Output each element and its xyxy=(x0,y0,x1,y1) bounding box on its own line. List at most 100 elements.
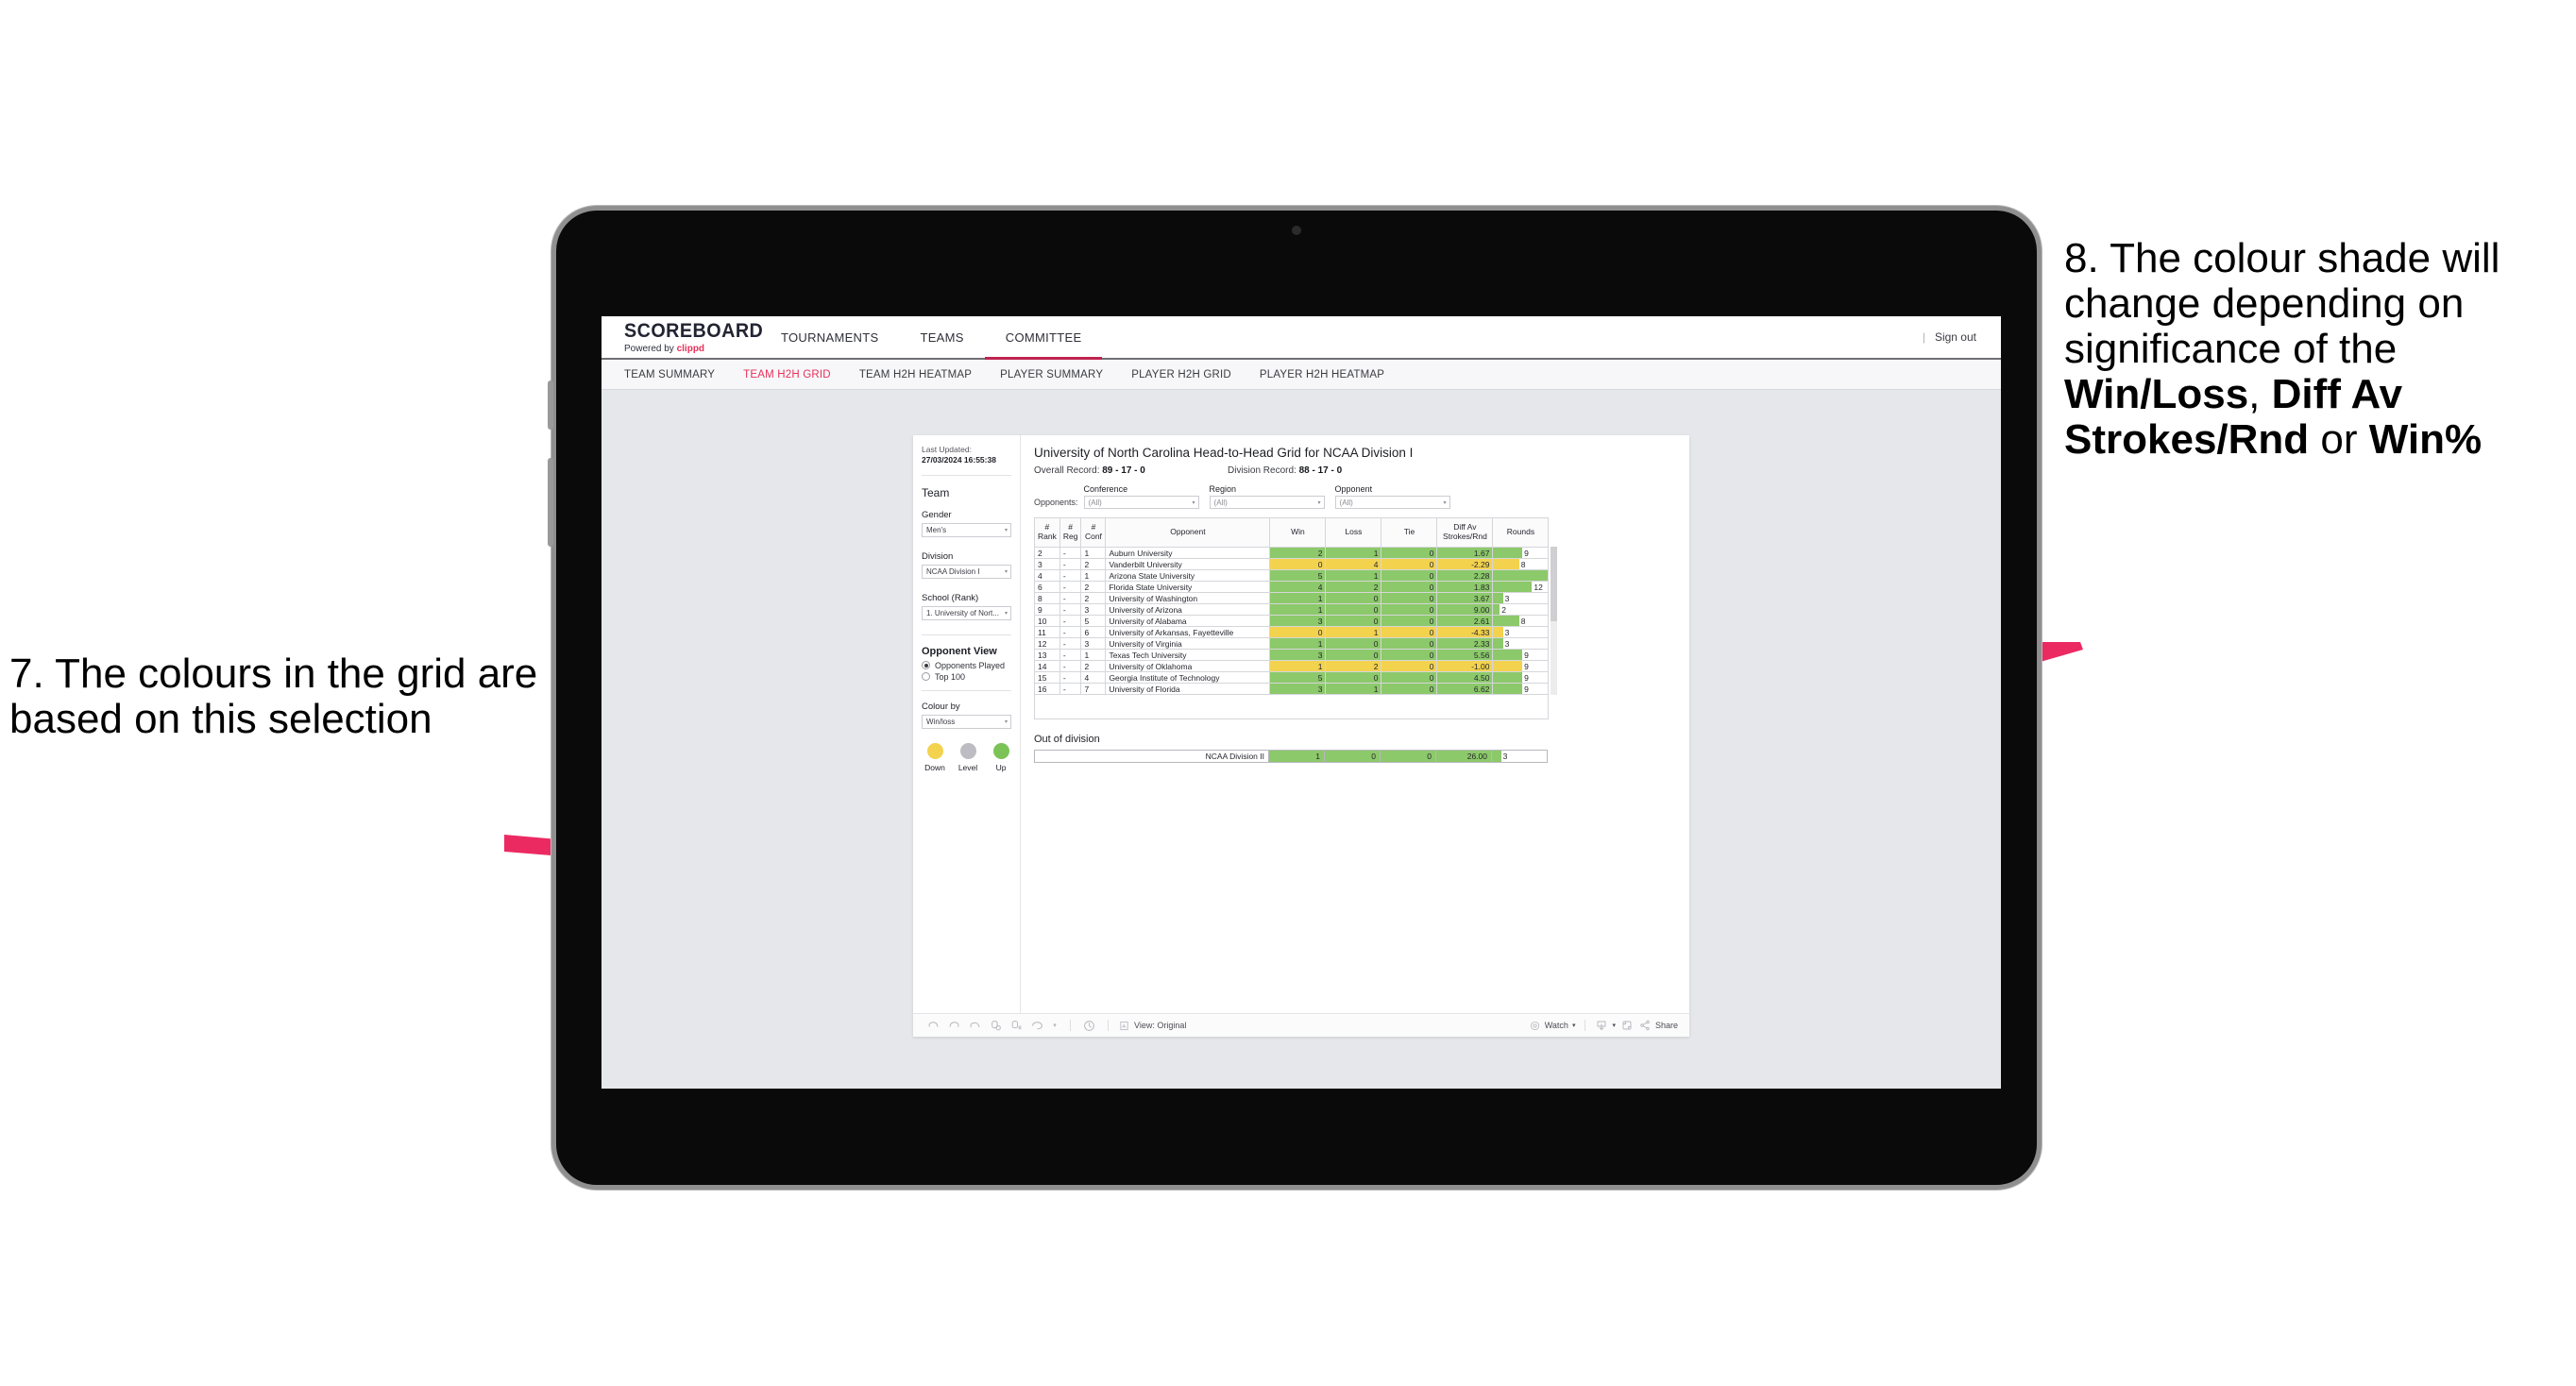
table-row[interactable]: 12-3 University of Virginia 1 0 0 2.33 3 xyxy=(1034,637,1550,650)
filter-conference-select[interactable]: (All) ▾ xyxy=(1083,496,1199,509)
watch-icon xyxy=(1529,1017,1541,1035)
grid-header-conf[interactable]: # Conf xyxy=(1080,517,1107,548)
table-row[interactable]: 14-2 University of Oklahoma 1 2 0 -1.00 9 xyxy=(1034,660,1550,672)
rounds-value: 9 xyxy=(1524,685,1529,694)
cell-win: 3 xyxy=(1269,683,1327,695)
ood-rounds-bar xyxy=(1492,751,1502,762)
radio-top-100[interactable]: Top 100 xyxy=(922,672,1011,682)
rounds-value: 9 xyxy=(1524,549,1529,558)
radio-off-icon xyxy=(922,672,930,682)
cell-conf: 2 xyxy=(1080,581,1107,593)
cell-tie: 0 xyxy=(1381,558,1438,570)
table-row[interactable]: 15-4 Georgia Institute of Technology 5 0 0 4.… xyxy=(1034,671,1550,684)
radio-on-icon xyxy=(922,661,930,670)
chevron-down-icon[interactable]: ▾ xyxy=(1049,1017,1060,1035)
cell-opponent: University of Arkansas, Fayetteville xyxy=(1105,626,1271,638)
table-row[interactable]: 9-3 University of Arizona 1 0 0 9.00 2 xyxy=(1034,603,1550,616)
colour-by-select[interactable]: Win/loss ▾ xyxy=(922,714,1011,729)
topnav-item-committee[interactable]: COMMITTEE xyxy=(984,316,1103,360)
cell-diff: 2.33 xyxy=(1436,637,1494,650)
cell-reg: - xyxy=(1059,603,1082,616)
topnav-item-tournaments[interactable]: TOURNAMENTS xyxy=(760,316,899,358)
grid-header-loss[interactable]: Loss xyxy=(1325,517,1382,548)
panel-divider-3 xyxy=(922,689,1011,691)
share-button[interactable]: Share xyxy=(1638,1017,1678,1035)
table-row[interactable]: 6-2 Florida State University 4 2 0 1.83 12 xyxy=(1034,581,1550,593)
rounds-bar xyxy=(1493,616,1519,626)
view-original-button[interactable]: View: Original xyxy=(1118,1017,1186,1035)
tablet-volume-down-button[interactable] xyxy=(548,458,553,547)
sign-out-link[interactable]: Sign out xyxy=(1935,330,1976,344)
table-row[interactable]: 2-1 Auburn University 2 1 0 1.67 9 xyxy=(1034,547,1550,559)
fullscreen-icon[interactable] xyxy=(1618,1017,1635,1035)
head-to-head-grid: # Rank # Reg # Conf Opponent Win Loss Tie Diff Av S… xyxy=(1034,517,1676,719)
tablet-camera xyxy=(1292,226,1301,235)
subnav-item-team-h2h-grid[interactable]: TEAM H2H GRID xyxy=(743,369,831,380)
subnav-item-player-summary[interactable]: PLAYER SUMMARY xyxy=(1000,369,1103,380)
cell-tie: 0 xyxy=(1381,671,1438,684)
undo-icon[interactable] xyxy=(924,1017,942,1035)
table-row[interactable]: 13-1 Texas Tech University 3 0 0 5.56 9 xyxy=(1034,649,1550,661)
legend-item-down: Down xyxy=(924,742,945,772)
grid-scrollbar-thumb[interactable] xyxy=(1551,547,1557,621)
last-updated-value: 27/03/2024 16:55:38 xyxy=(922,455,996,465)
cell-reg: - xyxy=(1059,547,1082,559)
school-rank-select[interactable]: 1. University of Nort... ▾ xyxy=(922,605,1011,620)
table-row[interactable]: 11-6 University of Arkansas, Fayetteville… xyxy=(1034,626,1550,638)
ood-cell-diff: 26.00 xyxy=(1435,750,1492,763)
app-logo[interactable]: SCOREBOARD Powered by clippd xyxy=(602,316,763,358)
cell-loss: 0 xyxy=(1325,615,1382,627)
cell-opponent: University of Arizona xyxy=(1105,603,1271,616)
tablet-device-frame: SCOREBOARD Powered by clippd TOURNAMENTS… xyxy=(548,206,2042,1190)
grid-header-rank[interactable]: # Rank xyxy=(1034,517,1060,548)
refresh-data-icon[interactable] xyxy=(987,1017,1005,1035)
grid-header-rounds[interactable]: Rounds xyxy=(1492,517,1550,548)
cell-opponent: Vanderbilt University xyxy=(1105,558,1271,570)
division-select[interactable]: NCAA Division I ▾ xyxy=(922,564,1011,579)
table-row[interactable]: 16-7 University of Florida 3 1 0 6.62 9 xyxy=(1034,683,1550,695)
cell-loss: 1 xyxy=(1325,547,1382,559)
chevron-down-icon: ▾ xyxy=(1004,718,1008,725)
table-row[interactable]: 3-2 Vanderbilt University 0 4 0 -2.29 8 xyxy=(1034,558,1550,570)
cell-rounds: 9 xyxy=(1492,547,1550,559)
table-row[interactable]: 4-1Arizona State University5102.2817 xyxy=(1034,569,1550,582)
grid-header-reg[interactable]: # Reg xyxy=(1059,517,1082,548)
gender-select[interactable]: Men's ▾ xyxy=(922,522,1011,537)
topnav-item-teams[interactable]: TEAMS xyxy=(899,316,984,358)
subnav-item-player-h2h-heatmap[interactable]: PLAYER H2H HEATMAP xyxy=(1260,369,1384,380)
legend-label-level: Level xyxy=(958,762,978,772)
redo-icon[interactable] xyxy=(945,1017,963,1035)
grid-header-win[interactable]: Win xyxy=(1269,517,1327,548)
gender-select-value: Men's xyxy=(926,525,947,534)
grid-header-opponent[interactable]: Opponent xyxy=(1105,517,1271,548)
filter-region-select[interactable]: (All) ▾ xyxy=(1209,496,1325,509)
reset-icon[interactable] xyxy=(1028,1017,1046,1035)
watch-button[interactable]: Watch ▾ xyxy=(1529,1017,1575,1035)
tablet-volume-up-button[interactable] xyxy=(548,380,553,430)
cell-tie: 0 xyxy=(1381,569,1438,582)
subnav-item-team-summary[interactable]: TEAM SUMMARY xyxy=(624,369,715,380)
grid-header-tie[interactable]: Tie xyxy=(1381,517,1438,548)
filter-opponent-select[interactable]: (All) ▾ xyxy=(1334,496,1450,509)
pause-icon[interactable] xyxy=(1080,1017,1098,1035)
overall-record-label: Overall Record: xyxy=(1034,465,1103,476)
subnav-item-team-h2h-heatmap[interactable]: TEAM H2H HEATMAP xyxy=(859,369,972,380)
grid-header-diff[interactable]: Diff Av Strokes/Rnd xyxy=(1436,517,1494,548)
cell-win: 1 xyxy=(1269,660,1327,672)
cell-opponent: University of Virginia xyxy=(1105,637,1271,650)
radio-opponents-played[interactable]: Opponents Played xyxy=(922,661,1011,670)
pause-auto-update-icon[interactable] xyxy=(1008,1017,1025,1035)
ood-cell-rounds: 3 xyxy=(1491,750,1548,763)
division-label: Division xyxy=(922,550,954,562)
chevron-down-icon: ▾ xyxy=(1004,568,1008,575)
download-button[interactable]: ▾ xyxy=(1595,1017,1616,1035)
table-row[interactable]: 8-2 University of Washington 1 0 0 3.67 3 xyxy=(1034,592,1550,604)
table-row[interactable]: 10-5 University of Alabama 3 0 0 2.61 8 xyxy=(1034,615,1550,627)
panel-team-heading: Team xyxy=(922,485,950,499)
revert-icon[interactable] xyxy=(966,1017,984,1035)
subnav-item-player-h2h-grid[interactable]: PLAYER H2H GRID xyxy=(1131,369,1231,380)
cell-diff: 9.00 xyxy=(1436,603,1494,616)
cell-loss: 1 xyxy=(1325,683,1382,695)
topnav-spacer xyxy=(1102,316,1922,358)
rounds-bar xyxy=(1493,570,1548,581)
